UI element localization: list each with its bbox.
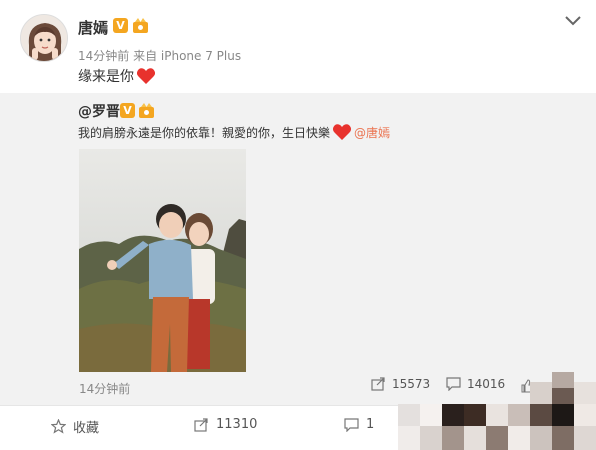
mosaic-watermark — [398, 372, 596, 450]
favorite-button[interactable]: 收藏 — [51, 417, 99, 436]
favorite-label: 收藏 — [73, 421, 100, 436]
comment-count: 1 — [366, 417, 375, 432]
orig-time: 14分钟前 — [79, 382, 131, 396]
post-text: 缘来是你 — [78, 66, 156, 86]
orig-text: 我的肩膀永遠是你的依靠！親愛的你，生日快樂 @唐嫣 — [78, 123, 390, 141]
verified-icon: V — [113, 18, 128, 33]
star-icon — [51, 419, 66, 434]
orig-verified-icon: V — [120, 103, 135, 118]
share-icon — [371, 377, 385, 391]
author-avatar[interactable] — [20, 14, 68, 62]
heart-icon — [136, 68, 156, 84]
vip-icon[interactable] — [132, 17, 149, 34]
orig-vip-icon[interactable] — [138, 102, 155, 119]
share-button[interactable]: 11310 — [194, 417, 257, 432]
share-count: 11310 — [216, 417, 258, 432]
repost-photo[interactable] — [79, 149, 246, 372]
repost-card[interactable]: @罗晋 V 我的肩膀永遠是你的依靠！親愛的你，生日快樂 @唐嫣 14分钟前 15… — [0, 93, 596, 405]
mention-link[interactable]: @唐嫣 — [354, 124, 390, 141]
comment-action-icon — [344, 417, 359, 432]
author-name[interactable]: 唐嫣 — [78, 17, 108, 38]
post-meta: 14分钟前 来自 iPhone 7 Plus — [78, 49, 242, 63]
post-text-content: 缘来是你 — [78, 69, 134, 85]
post-header: 唐嫣 V 14分钟前 来自 iPhone 7 Plus 缘来是你 — [0, 0, 596, 93]
orig-author[interactable]: @罗晋 — [78, 101, 120, 121]
more-chevron-icon[interactable] — [564, 14, 582, 28]
orig-text-content: 我的肩膀永遠是你的依靠！親愛的你，生日快樂 — [78, 125, 331, 140]
orig-heart-icon — [332, 124, 352, 140]
share-action-icon — [194, 417, 208, 432]
comment-button[interactable]: 1 — [344, 417, 374, 432]
